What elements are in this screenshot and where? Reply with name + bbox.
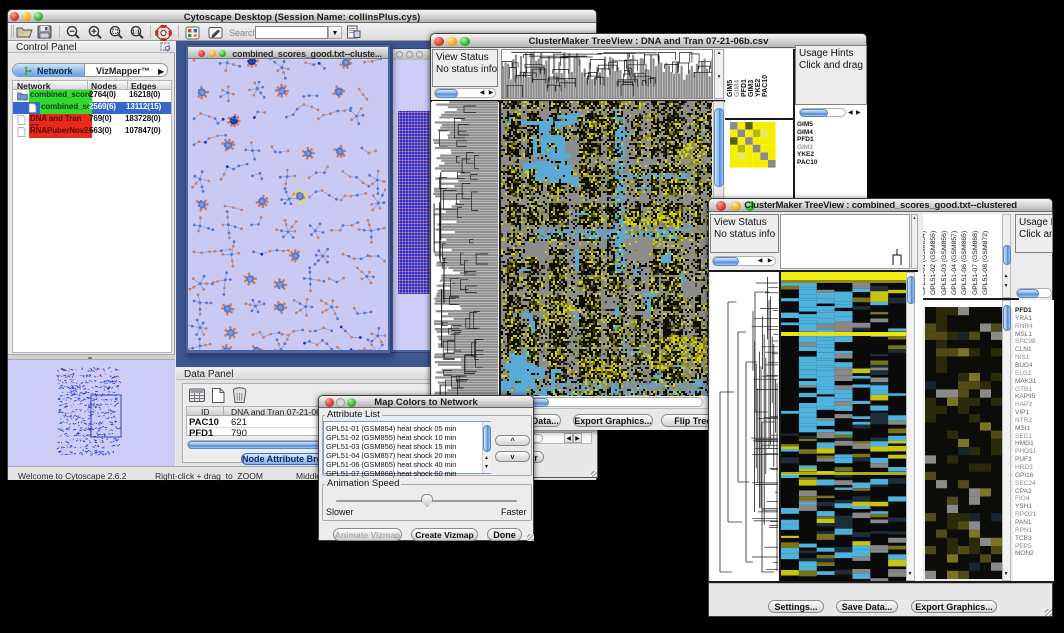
- svg-text:1:1: 1:1: [132, 29, 140, 35]
